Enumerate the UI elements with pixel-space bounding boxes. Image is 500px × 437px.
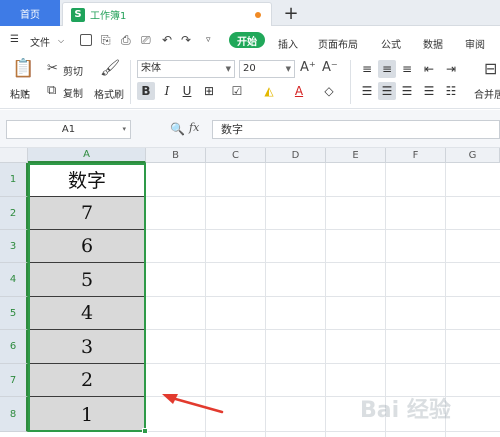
- tab-workbook[interactable]: S 工作簿1: [62, 2, 272, 26]
- format-painter-icon[interactable]: 🖌: [100, 60, 120, 76]
- cell-a7[interactable]: 2: [29, 364, 145, 397]
- border-icon[interactable]: ⊞: [200, 82, 218, 100]
- font-size-select[interactable]: 20 ▼: [239, 60, 295, 78]
- indent-decrease-icon[interactable]: ⇤: [420, 60, 438, 78]
- col-header-c[interactable]: C: [206, 148, 266, 163]
- chevron-down-icon: ▼: [225, 65, 231, 73]
- new-tab-button[interactable]: +: [280, 2, 302, 24]
- merge-button[interactable]: 合并居: [474, 86, 500, 101]
- row-header-2[interactable]: 2: [0, 197, 28, 230]
- align-left-icon[interactable]: ☰: [358, 82, 376, 100]
- undo-icon[interactable]: ↶: [162, 33, 172, 47]
- col-header-b[interactable]: B: [146, 148, 206, 163]
- row-header-4[interactable]: 4: [0, 263, 28, 297]
- clear-icon[interactable]: ◇: [320, 82, 338, 100]
- cut-button[interactable]: 剪切: [63, 63, 83, 78]
- bold-icon[interactable]: B: [137, 82, 155, 100]
- col-header-d[interactable]: D: [266, 148, 326, 163]
- copy-icon[interactable]: ⧉: [47, 84, 56, 98]
- indent-increase-icon[interactable]: ⇥: [442, 60, 460, 78]
- hamburger-menu-icon[interactable]: ☰: [10, 34, 19, 45]
- red-arrow-icon: [162, 394, 224, 414]
- tab-workbook-title: 工作簿1: [90, 11, 127, 22]
- row-header-5[interactable]: 5: [0, 297, 28, 330]
- font-size-value: 20: [243, 63, 256, 74]
- align-right-icon[interactable]: ☰: [398, 82, 416, 100]
- col-header-a[interactable]: A: [28, 148, 146, 163]
- ribbon-separator: [130, 60, 131, 104]
- menu-insert[interactable]: 插入: [278, 36, 298, 51]
- menu-file[interactable]: 文件: [30, 34, 50, 49]
- align-top-icon[interactable]: ≡: [358, 60, 376, 78]
- menu-start[interactable]: 开始: [229, 32, 265, 48]
- tab-home[interactable]: 首页: [0, 0, 60, 26]
- quick-access-dropdown-icon[interactable]: ▿: [206, 33, 211, 47]
- row-header-7[interactable]: 7: [0, 364, 28, 397]
- chevron-down-icon: ▼: [285, 65, 291, 73]
- merge-icon[interactable]: ⊟: [484, 61, 497, 77]
- cell-a6[interactable]: 3: [29, 330, 145, 364]
- font-color-icon[interactable]: A: [290, 82, 308, 100]
- zoom-icon[interactable]: 🔍: [170, 122, 185, 136]
- fx-icon[interactable]: fx: [189, 121, 199, 134]
- menu-review[interactable]: 审阅: [465, 36, 485, 51]
- export-icon[interactable]: ⎘: [101, 33, 111, 47]
- document-s-icon: S: [71, 7, 85, 22]
- distribute-icon[interactable]: ☷: [442, 82, 460, 100]
- paste-dropdown-icon[interactable]: ▾: [24, 86, 28, 100]
- align-middle-icon[interactable]: ≡: [378, 60, 396, 78]
- font-name-select[interactable]: 宋体 ▼: [137, 60, 235, 78]
- align-center-icon[interactable]: ☰: [378, 82, 396, 100]
- copy-button[interactable]: 复制: [63, 85, 83, 100]
- col-header-e[interactable]: E: [326, 148, 386, 163]
- font-name-value: 宋体: [141, 63, 161, 74]
- col-header-f[interactable]: F: [386, 148, 446, 163]
- increase-font-icon[interactable]: A⁺: [300, 61, 316, 75]
- paste-icon[interactable]: 📋: [12, 60, 34, 78]
- name-box[interactable]: A1 ▾: [6, 120, 131, 139]
- format-painter-button[interactable]: 格式刷: [94, 86, 124, 101]
- print-icon[interactable]: ⎙: [121, 33, 131, 47]
- align-bottom-icon[interactable]: ≡: [398, 60, 416, 78]
- menu-formulas[interactable]: 公式: [381, 36, 401, 51]
- row-header-8[interactable]: 8: [0, 397, 28, 432]
- italic-icon[interactable]: I: [158, 82, 176, 100]
- menu-data[interactable]: 数据: [423, 36, 443, 51]
- col-header-g[interactable]: G: [446, 148, 500, 163]
- cell-reference: A1: [61, 124, 76, 135]
- row-header-6[interactable]: 6: [0, 330, 28, 364]
- row-header-1[interactable]: 1: [0, 163, 28, 197]
- cell-a1[interactable]: 数字: [29, 163, 145, 197]
- conditional-icon[interactable]: ☑: [228, 82, 246, 100]
- decrease-font-icon[interactable]: A⁻: [322, 61, 338, 75]
- cell-a5[interactable]: 4: [29, 297, 145, 330]
- fill-color-icon[interactable]: ◭: [260, 82, 278, 100]
- select-all-corner[interactable]: [0, 148, 28, 163]
- justify-icon[interactable]: ☰: [420, 82, 438, 100]
- formula-input[interactable]: 数字: [212, 120, 500, 139]
- unsaved-dot-icon: [255, 12, 261, 18]
- menu-page-layout[interactable]: 页面布局: [318, 36, 358, 51]
- fill-handle[interactable]: [142, 428, 148, 434]
- save-icon[interactable]: [80, 34, 92, 46]
- ribbon-separator: [350, 60, 351, 104]
- chevron-down-icon: ▾: [122, 125, 126, 133]
- chevron-down-icon[interactable]: ⌵: [58, 36, 64, 46]
- watermark: Bai 经验: [360, 398, 451, 423]
- row-header-3[interactable]: 3: [0, 230, 28, 263]
- cut-icon[interactable]: ✂: [47, 62, 58, 76]
- cell-a8[interactable]: 1: [29, 397, 145, 432]
- underline-icon[interactable]: U: [178, 82, 196, 100]
- cell-a4[interactable]: 5: [29, 263, 145, 297]
- tab-bar: 首页 S 工作簿1 +: [0, 0, 500, 26]
- redo-icon[interactable]: ↷: [181, 33, 191, 47]
- preview-icon[interactable]: ⎚: [141, 33, 151, 47]
- cell-a2[interactable]: 7: [29, 197, 145, 230]
- cell-a3[interactable]: 6: [29, 230, 145, 263]
